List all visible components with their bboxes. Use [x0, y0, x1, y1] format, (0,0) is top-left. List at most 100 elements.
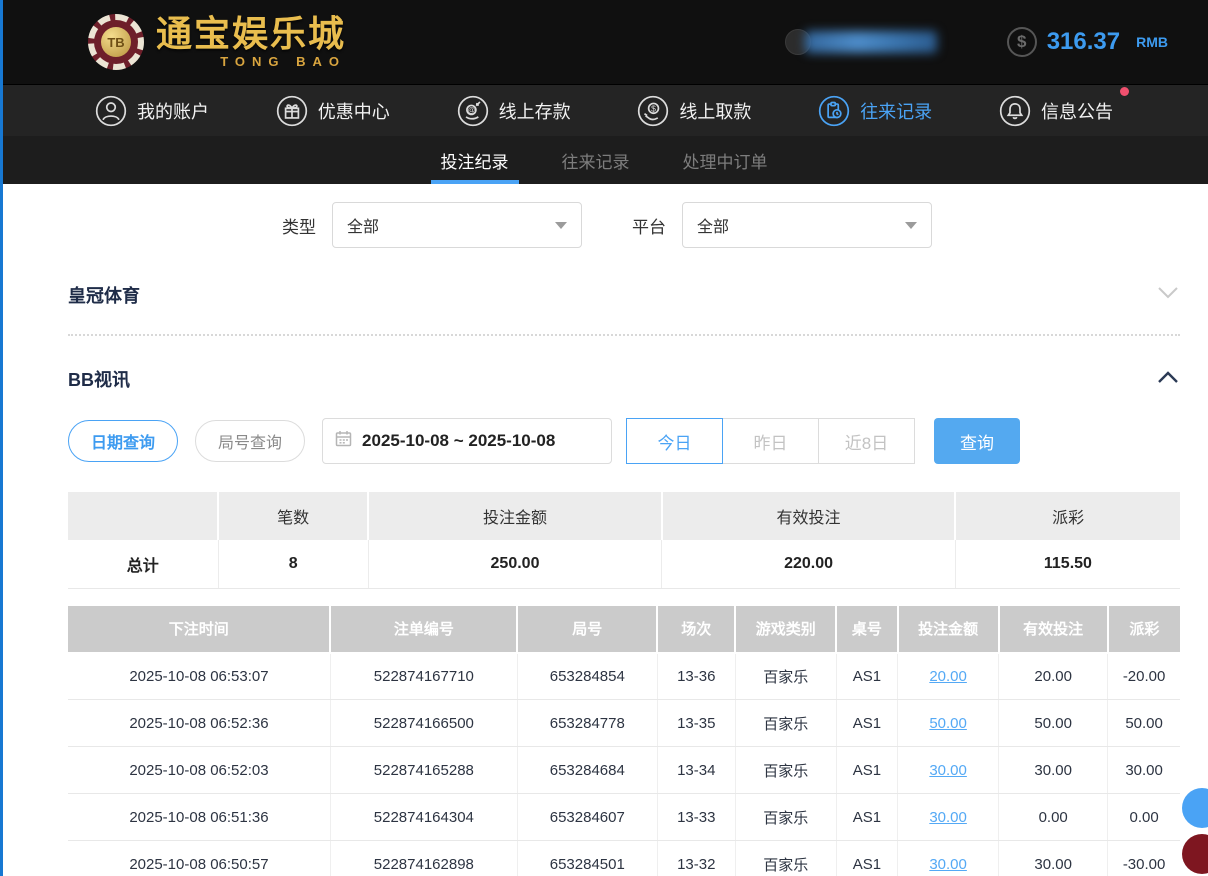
summary-total-label: 总计 [68, 540, 218, 588]
dollar-coin-icon: $ [1007, 27, 1037, 57]
bet-time: 2025-10-08 06:52:03 [68, 747, 330, 794]
round-no: 653284778 [517, 700, 657, 747]
table-no: AS1 [836, 841, 897, 876]
nav-item-promotions[interactable]: 优惠中心 [276, 95, 390, 127]
session: 13-34 [657, 747, 735, 794]
svg-text:$: $ [652, 103, 657, 113]
section-title: BB视讯 [68, 366, 130, 392]
game-type: 百家乐 [735, 700, 836, 747]
chevron-down-icon [555, 222, 567, 229]
section-bb-video[interactable]: BB视讯 [68, 366, 1180, 392]
search-button[interactable]: 查询 [934, 418, 1020, 464]
table-row: 2025-10-08 06:51:36 522874164304 6532846… [68, 794, 1180, 841]
window-edge-stripe [0, 0, 3, 876]
valid-bet: 20.00 [999, 653, 1108, 700]
user-account[interactable] [785, 29, 937, 55]
table-no: AS1 [836, 653, 897, 700]
chevron-down-icon [1156, 285, 1180, 306]
table-row: 2025-10-08 06:50:57 522874162898 6532845… [68, 841, 1180, 876]
main-nav: 我的账户 优惠中心 @ 线上存款 $ 线上取款 往来记录 信息公告 [0, 84, 1208, 136]
session: 13-32 [657, 841, 735, 876]
query-toolbar: 日期查询 局号查询 2025-10-08 ~ 2025-10-08 今日 昨日 … [68, 418, 1180, 464]
table-no: AS1 [836, 700, 897, 747]
summary-payout: 115.50 [955, 540, 1180, 588]
brand-subtitle: TONG BAO [156, 54, 346, 69]
nav-item-my-account[interactable]: 我的账户 [95, 95, 209, 127]
round-no: 653284607 [517, 794, 657, 841]
brand-logo[interactable]: TB 通宝娱乐城 TONG BAO [88, 14, 346, 70]
date-query-button[interactable]: 日期查询 [68, 420, 178, 462]
yesterday-button[interactable]: 昨日 [722, 418, 819, 464]
order-no: 522874165288 [330, 747, 517, 794]
nav-item-deposit[interactable]: @ 线上存款 [457, 95, 571, 127]
session: 13-36 [657, 653, 735, 700]
col-game-type: 游戏类别 [735, 606, 836, 653]
tab-transaction-records[interactable]: 往来记录 [558, 136, 634, 184]
table-no: AS1 [836, 747, 897, 794]
tab-pending-orders[interactable]: 处理中订单 [679, 136, 772, 184]
brand-name: 通宝娱乐城 [156, 16, 346, 52]
summary-header-valid-bet: 有效投注 [662, 492, 956, 540]
round-query-button[interactable]: 局号查询 [195, 420, 305, 462]
round-no: 653284501 [517, 841, 657, 876]
today-button[interactable]: 今日 [626, 418, 723, 464]
bet-amount-link[interactable]: 30.00 [929, 856, 967, 873]
col-table-no: 桌号 [836, 606, 897, 653]
bet-time: 2025-10-08 06:50:57 [68, 841, 330, 876]
order-no: 522874164304 [330, 794, 517, 841]
section-crown-sports[interactable]: 皇冠体育 [68, 282, 1180, 308]
date-range-input[interactable]: 2025-10-08 ~ 2025-10-08 [322, 418, 612, 464]
summary-header-bet-amount: 投注金额 [368, 492, 662, 540]
nav-item-transaction-records[interactable]: 往来记录 [818, 95, 932, 127]
nav-item-announcements[interactable]: 信息公告 [999, 95, 1113, 127]
payout: 30.00 [1108, 747, 1180, 794]
table-header-row: 下注时间 注单编号 局号 场次 游戏类别 桌号 投注金额 有效投注 派彩 [68, 606, 1180, 653]
summary-total-row: 总计 8 250.00 220.00 115.50 [68, 540, 1180, 588]
summary-header-blank [68, 492, 218, 540]
table-row: 2025-10-08 06:53:07 522874167710 6532848… [68, 653, 1180, 700]
page: TB 通宝娱乐城 TONG BAO $ 316.37 RMB 我的账户 [0, 0, 1208, 876]
main-content: 类型 全部 平台 全部 皇冠体育 BB视讯 日期查询 局号查询 [0, 202, 1208, 876]
balance-amount: 316.37 [1047, 28, 1120, 56]
nav-item-withdraw[interactable]: $ 线上取款 [637, 95, 751, 127]
bet-amount-link[interactable]: 50.00 [929, 715, 967, 732]
summary-header-payout: 派彩 [955, 492, 1180, 540]
platform-select[interactable]: 全部 [682, 202, 932, 248]
bet-amount-link[interactable]: 30.00 [929, 809, 967, 826]
balance-display: $ 316.37 RMB [1007, 27, 1168, 57]
chevron-down-icon [905, 222, 917, 229]
summary-bet-amount: 250.00 [368, 540, 662, 588]
order-no: 522874167710 [330, 653, 517, 700]
balance-currency: RMB [1136, 34, 1168, 50]
col-bet-amount: 投注金额 [898, 606, 999, 653]
round-no: 653284684 [517, 747, 657, 794]
valid-bet: 0.00 [999, 794, 1108, 841]
casino-chip-icon: TB [88, 14, 144, 70]
record-tabs: 投注纪录 往来记录 处理中订单 [0, 136, 1208, 184]
type-select[interactable]: 全部 [332, 202, 582, 248]
col-round-no: 局号 [517, 606, 657, 653]
calendar-icon [335, 430, 352, 452]
session: 13-33 [657, 794, 735, 841]
section-title: 皇冠体育 [68, 282, 140, 308]
payout: -20.00 [1108, 653, 1180, 700]
table-no: AS1 [836, 794, 897, 841]
payout: 0.00 [1108, 794, 1180, 841]
order-no: 522874166500 [330, 700, 517, 747]
betting-records-table: 下注时间 注单编号 局号 场次 游戏类别 桌号 投注金额 有效投注 派彩 202… [68, 606, 1180, 876]
summary-header-count: 笔数 [218, 492, 368, 540]
tab-betting-records[interactable]: 投注纪录 [437, 136, 513, 184]
deposit-icon: @ [457, 95, 489, 127]
col-payout: 派彩 [1108, 606, 1180, 653]
valid-bet: 30.00 [999, 841, 1108, 876]
bet-amount-link[interactable]: 20.00 [929, 668, 967, 685]
bet-amount-link[interactable]: 30.00 [929, 762, 967, 779]
quick-date-group: 今日 昨日 近8日 [626, 418, 915, 464]
summary-count: 8 [218, 540, 368, 588]
chip-monogram: TB [101, 27, 131, 57]
table-row: 2025-10-08 06:52:03 522874165288 6532846… [68, 747, 1180, 794]
game-type: 百家乐 [735, 794, 836, 841]
summary-table: 笔数 投注金额 有效投注 派彩 总计 8 250.00 220.00 115.5… [68, 492, 1180, 589]
last-8-days-button[interactable]: 近8日 [818, 418, 915, 464]
filter-row: 类型 全部 平台 全部 [282, 202, 1180, 248]
